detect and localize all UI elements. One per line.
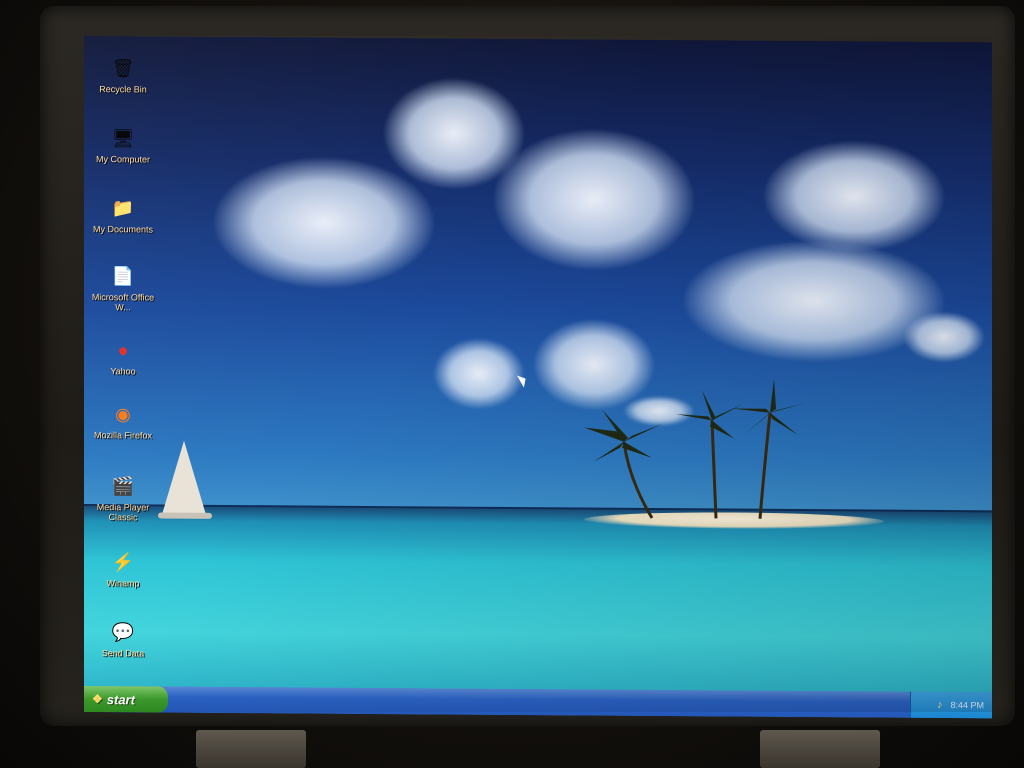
winamp-icon: ⚡ <box>111 552 135 573</box>
media-player-icon: 🎬 <box>111 476 135 497</box>
speech-bubble-icon: 💬 <box>111 622 135 643</box>
desktop-icon-label: My Documents <box>92 224 154 235</box>
desktop-icon-label: Recycle Bin <box>99 84 147 95</box>
screen: 🗑 Recycle Bin 🖥 My Computer 📁 My Documen… <box>84 36 992 719</box>
desktop-icon-send-data[interactable]: 💬 Send Data <box>88 620 158 680</box>
desktop-icon-label: Media Player Classic <box>96 502 150 523</box>
palm-trees <box>584 378 806 519</box>
laptop-hinge-right <box>760 730 880 768</box>
start-button[interactable]: ❖ start <box>84 686 168 713</box>
system-tray: ♪ 8:44 PM <box>910 691 992 719</box>
yahoo-icon: ● <box>117 340 129 361</box>
sailboat-sail <box>162 440 206 515</box>
desktop-icon-media-player-classic[interactable]: 🎬 Media Player Classic <box>88 474 158 534</box>
folder-icon: 📁 <box>111 198 135 219</box>
windows-flag-icon: ❖ <box>92 692 103 707</box>
taskbar-clock[interactable]: 8:44 PM <box>950 700 984 710</box>
desktop-icon-my-computer[interactable]: 🖥 My Computer <box>88 126 158 186</box>
desktop-icon-label: My Computer <box>95 154 150 165</box>
desktop-icon-my-documents[interactable]: 📁 My Documents <box>88 196 158 256</box>
desktop-icon-recycle-bin[interactable]: 🗑 Recycle Bin <box>88 56 158 116</box>
photo-of-laptop: 🗑 Recycle Bin 🖥 My Computer 📁 My Documen… <box>0 0 1024 768</box>
laptop-hinge-left <box>196 730 306 768</box>
computer-icon: 🖥 <box>111 128 135 149</box>
desktop-icon-label: Microsoft Office W... <box>91 292 155 313</box>
desktop-icon-label: Mozilla Firefox <box>93 430 152 441</box>
desktop-icon-label: Winamp <box>106 578 140 589</box>
sailboat-hull <box>158 512 212 519</box>
firefox-icon: ◉ <box>115 404 131 425</box>
desktop-icon-label: Yahoo <box>110 366 136 377</box>
desktop-icon-winamp[interactable]: ⚡ Winamp <box>88 550 158 610</box>
start-button-label: start <box>106 691 135 707</box>
tray-speaker-icon[interactable]: ♪ <box>937 699 943 711</box>
desktop-icon-label: Send Data <box>101 648 145 659</box>
desktop-wallpaper: 🗑 Recycle Bin 🖥 My Computer 📁 My Documen… <box>84 36 992 719</box>
desktop-icon-yahoo[interactable]: ● Yahoo <box>88 338 158 398</box>
recycle-bin-icon: 🗑 <box>111 58 135 79</box>
word-document-icon: 📄 <box>111 266 135 287</box>
desktop-icon-mozilla-firefox[interactable]: ◉ Mozilla Firefox <box>88 402 158 462</box>
desktop-icon-microsoft-office-word[interactable]: 📄 Microsoft Office W... <box>88 264 158 324</box>
